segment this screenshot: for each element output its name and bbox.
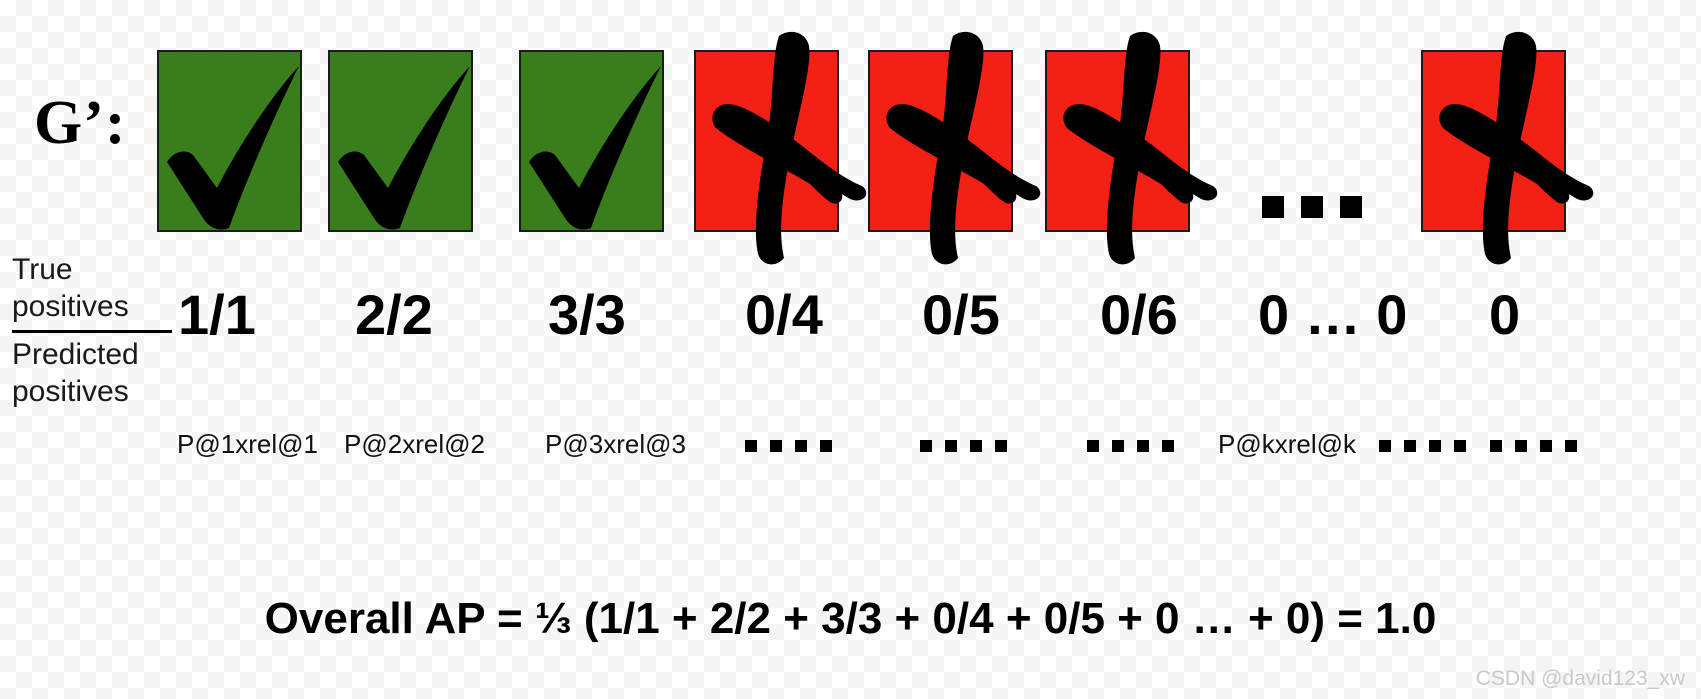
ellipsis-dot	[1301, 196, 1323, 218]
check-icon	[167, 66, 299, 230]
cross-icon	[1439, 31, 1594, 265]
caption-dots-9	[1490, 440, 1577, 452]
cross-icon	[712, 31, 867, 265]
caption-dots-5	[920, 440, 1007, 452]
ellipsis-dot	[1429, 440, 1441, 452]
cross-icon	[886, 31, 1041, 265]
ellipsis-dot	[1262, 196, 1284, 218]
ellipsis-dot	[1112, 440, 1124, 452]
caption-3: P@3xrel@3	[545, 429, 686, 459]
ellipsis-dot	[1540, 440, 1552, 452]
result-box-7	[1421, 31, 1594, 265]
ratio-4: 0/4	[745, 283, 823, 346]
ellipsis-dot	[745, 440, 757, 452]
ellipsis-dot	[1404, 440, 1416, 452]
ratio-3: 3/3	[548, 283, 626, 346]
caption-1: P@1xrel@1	[177, 429, 318, 459]
ratio-5: 0/5	[922, 283, 1000, 346]
ellipsis-dot	[1490, 440, 1502, 452]
ratio-6: 0/6	[1100, 283, 1178, 346]
ellipsis-dot	[970, 440, 982, 452]
caption-dots-6	[1087, 440, 1174, 452]
caption-7: P@kxrel@k	[1218, 429, 1357, 459]
result-box-3	[519, 50, 664, 232]
ellipsis-dot	[920, 440, 932, 452]
result-box-5	[868, 31, 1041, 265]
ellipsis-dot	[820, 440, 832, 452]
ellipsis-dot	[995, 440, 1007, 452]
ellipsis-dot	[1087, 440, 1099, 452]
result-box-6	[1045, 31, 1218, 265]
ellipsis-dot	[945, 440, 957, 452]
ellipsis-dot	[1565, 440, 1577, 452]
caption-2: P@2xrel@2	[344, 429, 485, 459]
watermark: CSDN @david123_xw	[1475, 667, 1685, 690]
ratio-1: 1/1	[178, 283, 256, 346]
check-icon	[338, 66, 470, 230]
slide-canvas: G’: True positives Predicted positives 1…	[0, 0, 1701, 699]
ratio-2: 2/2	[355, 283, 433, 346]
overall-ap-formula: Overall AP = ⅓ (1/1 + 2/2 + 3/3 + 0/4 + …	[264, 594, 1437, 643]
ratio-row: 1/1 2/2 3/3 0/4 0/5 0/6 0 … 0 0	[0, 283, 1701, 356]
ellipsis-dot	[770, 440, 782, 452]
ellipsis-dot	[1137, 440, 1149, 452]
ellipsis-dot	[1340, 196, 1362, 218]
ellipsis-dot	[1162, 440, 1174, 452]
caption-row: P@1xrel@1 P@2xrel@2 P@3xrel@3 P@kxrel@k	[0, 430, 1701, 478]
cross-icon	[1063, 31, 1218, 265]
result-box-1	[157, 50, 302, 232]
check-icon	[529, 66, 661, 230]
ratio-7: 0 … 0	[1258, 283, 1408, 346]
ellipsis-dot	[795, 440, 807, 452]
box-row-ellipsis	[1262, 196, 1362, 218]
ellipsis-dot	[1454, 440, 1466, 452]
result-box-row	[0, 0, 1701, 265]
ratio-8: 0	[1489, 283, 1521, 346]
ellipsis-dot	[1515, 440, 1527, 452]
ellipsis-dot	[1379, 440, 1391, 452]
caption-dots-4	[745, 440, 832, 452]
result-box-4	[694, 31, 867, 265]
result-box-2	[328, 50, 473, 232]
caption-dots-8	[1379, 440, 1466, 452]
